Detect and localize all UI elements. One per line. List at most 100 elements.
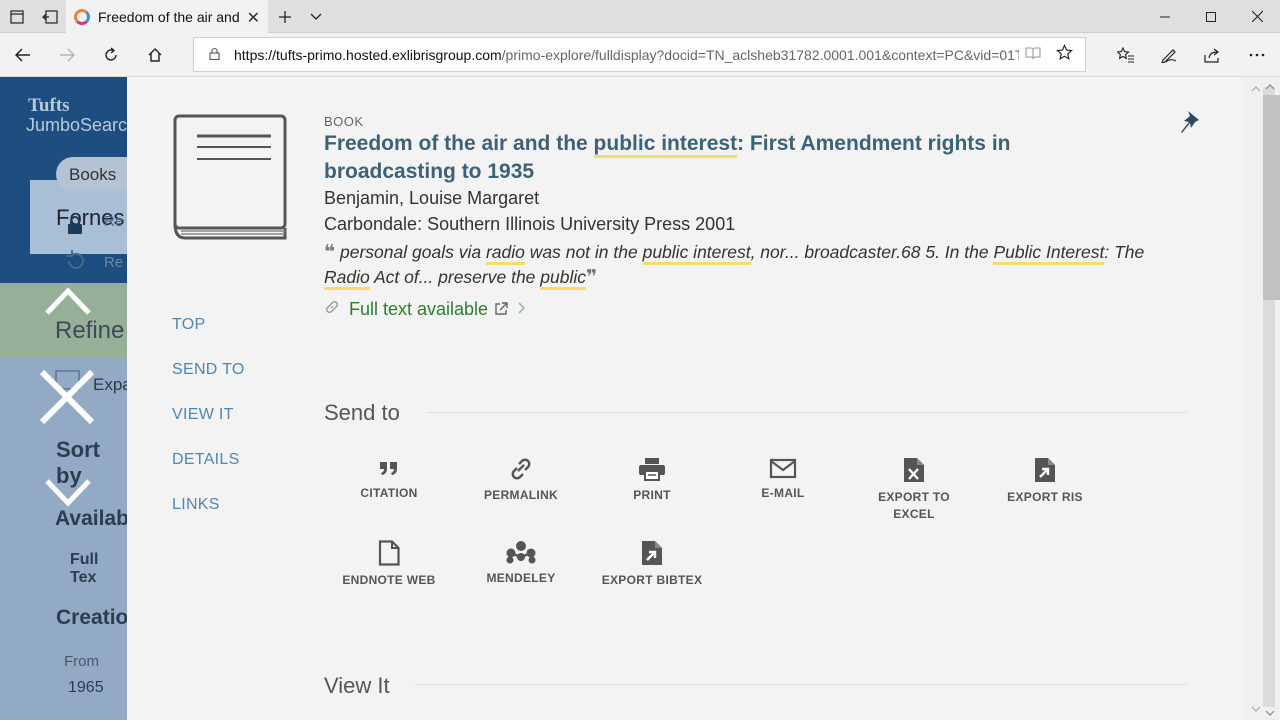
- view-it-heading: View It: [324, 673, 390, 698]
- pin-record-icon[interactable]: [1179, 109, 1201, 135]
- inner-scroll-down-arrow-icon[interactable]: [1263, 705, 1277, 723]
- send-to-heading: Send to: [324, 400, 400, 425]
- close-overlay-icon[interactable]: [38, 368, 96, 426]
- tufts-logo: Tufts: [28, 95, 70, 116]
- back-icon[interactable]: [1, 33, 45, 77]
- maximize-icon[interactable]: [1188, 0, 1234, 33]
- minimize-icon[interactable]: [1142, 0, 1188, 33]
- bibtex-file-icon: [642, 541, 662, 565]
- close-window-icon[interactable]: [1234, 0, 1280, 33]
- permalink-button[interactable]: PERMALINK: [466, 457, 576, 504]
- next-record-icon[interactable]: [44, 478, 92, 508]
- full-text-label: Full text available: [349, 298, 489, 319]
- snippet-highlight: radio: [485, 242, 525, 265]
- nav-links[interactable]: LINKS: [172, 496, 220, 514]
- citation-button[interactable]: CITATION: [334, 457, 444, 502]
- view-it-divider: [415, 684, 1187, 685]
- reset-icon[interactable]: [64, 249, 88, 279]
- full-text-facet[interactable]: Full Tex: [70, 551, 127, 587]
- more-options-icon[interactable]: [1235, 33, 1279, 77]
- nav-view-it[interactable]: VIEW IT: [172, 406, 234, 424]
- scope-pill-books[interactable]: Books: [56, 157, 127, 191]
- title-text: Freedom of the air and the: [324, 132, 594, 155]
- permalink-label: PERMALINK: [483, 488, 559, 502]
- primo-favicon-icon: [74, 9, 90, 25]
- favorites-hub-icon[interactable]: [1104, 33, 1148, 77]
- set-tabs-aside-icon[interactable]: [33, 0, 66, 33]
- scroll-down-arrow-icon[interactable]: [1251, 701, 1261, 715]
- snippet-text: personal goals via: [335, 242, 486, 262]
- availability-label: Availab: [55, 507, 127, 530]
- lock-icon: [194, 47, 234, 63]
- print-label: PRINT: [633, 488, 671, 502]
- previous-record-icon[interactable]: [44, 286, 92, 316]
- active-tab[interactable]: Freedom of the air and ✕: [66, 0, 268, 34]
- close-tab-icon[interactable]: ✕: [247, 8, 260, 28]
- quote-icon: [380, 462, 397, 475]
- reset-label: Re: [104, 254, 124, 271]
- email-button[interactable]: E-MAIL: [728, 457, 838, 502]
- full-text-available-link[interactable]: Full text available: [324, 298, 526, 320]
- expand-label: Expa: [93, 375, 127, 394]
- reading-view-icon[interactable]: [1025, 46, 1041, 64]
- nav-send-to[interactable]: SEND TO: [172, 361, 245, 379]
- snippet-text: was not in the: [524, 242, 643, 262]
- new-tab-icon[interactable]: [268, 0, 301, 33]
- export-ris-label: EXPORT RIS: [1007, 490, 1083, 504]
- snippet-highlight: Public Interest: [993, 242, 1105, 265]
- book-thumbnail-icon: [173, 114, 287, 240]
- snippet-text: : The: [1104, 242, 1145, 262]
- export-bibtex-button[interactable]: EXPORT BIBTEX: [597, 540, 707, 589]
- open-quote-icon: ❝: [324, 242, 336, 263]
- excel-file-icon: [904, 458, 924, 482]
- snippet-highlight: public: [540, 267, 587, 290]
- record-title[interactable]: Freedom of the air and the public intere…: [324, 130, 1044, 186]
- jumbosearch-logo: JumboSearch: [26, 115, 127, 135]
- external-link-icon: [495, 302, 508, 315]
- document-icon: [378, 540, 400, 566]
- web-note-pen-icon[interactable]: [1147, 33, 1191, 77]
- scroll-up-arrow-icon[interactable]: [1251, 81, 1261, 95]
- refresh-icon[interactable]: [89, 33, 133, 77]
- favorite-star-icon[interactable]: [1056, 44, 1073, 66]
- tab-preview-chevron-icon[interactable]: [299, 0, 332, 33]
- record-author[interactable]: Benjamin, Louise Margaret: [324, 188, 539, 209]
- share-icon[interactable]: [1190, 33, 1234, 77]
- tab-title: Freedom of the air and: [98, 9, 240, 25]
- export-excel-label: EXPORT TO EXCEL: [878, 490, 950, 521]
- mendeley-icon: [506, 541, 536, 564]
- panel-scrollbar[interactable]: [1243, 77, 1280, 720]
- recent-label: Re: [104, 213, 124, 230]
- close-quote-icon: ❞: [586, 267, 598, 288]
- print-button[interactable]: PRINT: [597, 457, 707, 504]
- from-year-value[interactable]: 1965: [68, 679, 104, 697]
- home-icon[interactable]: [133, 33, 177, 77]
- forward-icon[interactable]: [45, 33, 89, 77]
- record-snippet: ❝ personal goals via radio was not in th…: [324, 240, 1194, 290]
- record-publication: Carbondale: Southern Illinois University…: [324, 214, 736, 234]
- ris-file-icon: [1035, 458, 1055, 482]
- nav-top[interactable]: TOP: [172, 316, 206, 334]
- from-label: From: [64, 653, 99, 670]
- citation-label: CITATION: [360, 486, 418, 500]
- url-text: https://tufts-primo.hosted.exlibrisgroup…: [234, 47, 1019, 63]
- export-ris-button[interactable]: EXPORT RIS: [990, 457, 1100, 506]
- endnote-web-button[interactable]: ENDNOTE WEB: [334, 540, 444, 589]
- scrollbar-thumb[interactable]: [1263, 95, 1280, 300]
- url-path: /primo-explore/fulldisplay?docid=TN_acls…: [501, 46, 1019, 63]
- nav-details[interactable]: DETAILS: [172, 451, 240, 469]
- export-bibtex-label: EXPORT BIBTEX: [601, 573, 703, 587]
- address-bar[interactable]: https://tufts-primo.hosted.exlibrisgroup…: [193, 37, 1086, 72]
- snippet-highlight: Radio: [324, 267, 370, 290]
- creation-date-label: Creatio: [56, 606, 127, 629]
- tab-manager-icon[interactable]: [0, 0, 33, 33]
- resource-type: BOOK: [324, 114, 364, 129]
- mendeley-button[interactable]: MENDELEY: [466, 540, 576, 587]
- snippet-highlight: public interest: [642, 242, 751, 265]
- envelope-icon: [769, 458, 797, 479]
- inner-scroll-up-arrow-icon[interactable]: [1263, 79, 1277, 97]
- refine-label: Refine: [55, 317, 125, 344]
- chain-link-icon: [324, 299, 349, 319]
- lock-icon: [66, 215, 84, 241]
- export-excel-button[interactable]: EXPORT TO EXCEL: [859, 457, 969, 523]
